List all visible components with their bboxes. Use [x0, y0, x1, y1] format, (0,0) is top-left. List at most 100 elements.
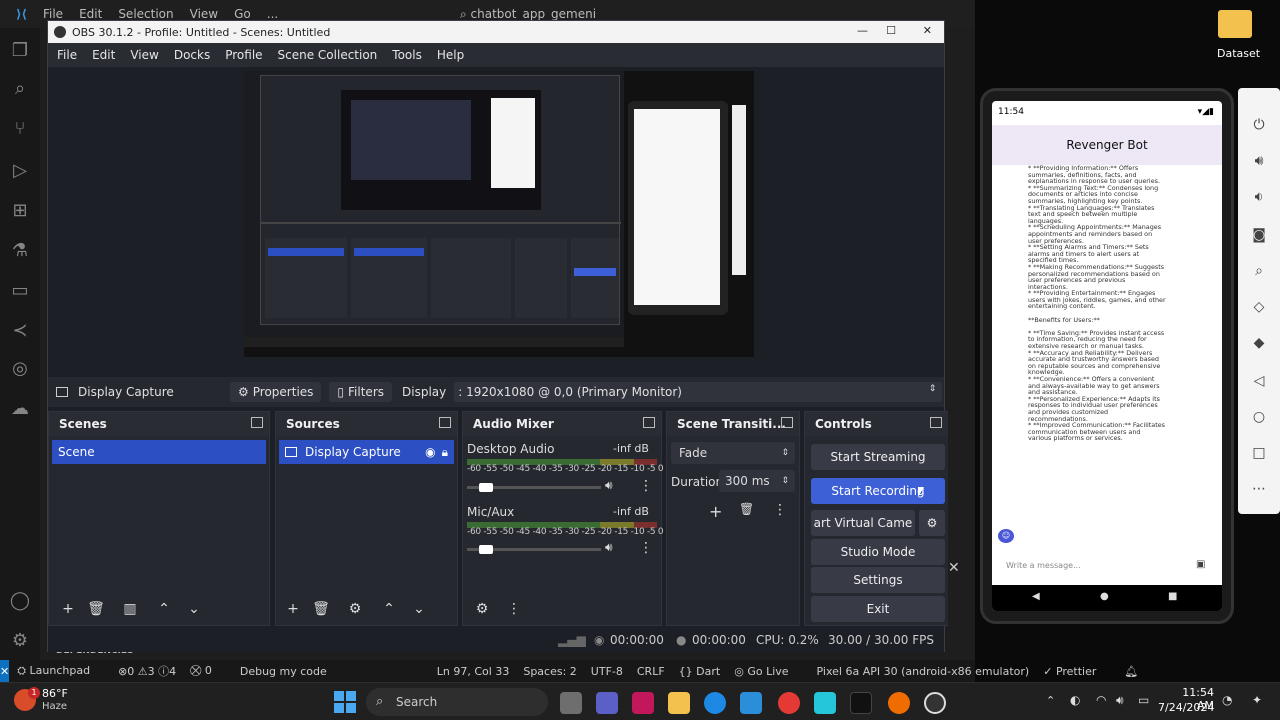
vscode-menu-more[interactable]: ...: [267, 7, 278, 21]
studio-mode-button[interactable]: Studio Mode: [811, 539, 945, 565]
close-panel-icon[interactable]: ✕: [948, 560, 960, 576]
preview-canvas[interactable]: [244, 71, 754, 357]
debug-item[interactable]: Debug my code: [240, 665, 327, 678]
tray-chevron-icon[interactable]: ⌃: [1046, 694, 1055, 707]
nav-recent-icon[interactable]: ■: [1168, 591, 1177, 602]
channel-menu-icon[interactable]: ⋮: [639, 540, 653, 556]
slider-handle[interactable]: [479, 483, 493, 492]
app-icon[interactable]: [814, 692, 836, 714]
add-source-icon[interactable]: +: [282, 599, 304, 619]
rotate-right-icon[interactable]: ◆: [1250, 334, 1268, 352]
message-input[interactable]: Write a message...: [1006, 561, 1081, 570]
slider-handle[interactable]: [479, 545, 493, 554]
spinner-icon[interactable]: ⇕: [781, 470, 789, 492]
settings-button[interactable]: Settings: [811, 567, 945, 593]
device-selector[interactable]: Pixel 6a API 30 (android-x86 emulator): [817, 665, 1030, 678]
back-icon[interactable]: ◁: [1250, 372, 1268, 390]
start-recording-button[interactable]: Start Recording: [811, 478, 945, 504]
folder-icon[interactable]: [1218, 10, 1252, 38]
docker-icon[interactable]: ☁: [9, 398, 31, 420]
cursor-position[interactable]: Ln 97, Col 33: [437, 665, 510, 678]
menu-view[interactable]: View: [130, 48, 158, 62]
go-live-item[interactable]: ◎ Go Live: [734, 665, 802, 678]
source-control-icon[interactable]: ⑂: [9, 118, 31, 140]
attach-image-icon[interactable]: ▣: [1196, 559, 1205, 570]
overview-icon[interactable]: □: [1250, 444, 1268, 462]
clock-date[interactable]: 7/24/2024: [1158, 701, 1214, 714]
vscode-menu-go[interactable]: Go: [234, 7, 251, 21]
testing-icon[interactable]: ⚗: [9, 240, 31, 262]
file-explorer-icon[interactable]: [668, 692, 690, 714]
mixer-menu-icon[interactable]: ⋮: [503, 599, 525, 619]
taskbar-search[interactable]: ⌕ Search: [366, 688, 548, 716]
visibility-eye-icon[interactable]: ◉: [425, 445, 435, 459]
run-debug-icon[interactable]: ▷: [9, 160, 31, 182]
chrome-icon[interactable]: [778, 692, 800, 714]
vscode-menu-edit[interactable]: Edit: [79, 7, 102, 21]
minimize-icon[interactable]: —: [857, 24, 868, 37]
flutter-icon[interactable]: ≺: [9, 320, 31, 342]
properties-button[interactable]: ⚙ Properties: [230, 382, 322, 402]
scene-item[interactable]: Scene: [52, 440, 266, 464]
volume-icon[interactable]: 🔊︎: [1116, 693, 1124, 708]
line-ending[interactable]: CRLF: [637, 665, 665, 678]
store-icon[interactable]: [632, 692, 654, 714]
speaker-icon[interactable]: 🔊︎: [605, 478, 613, 493]
display-select[interactable]: : 1920x1080 @ 0,0 (Primary Monitor) ⇕: [454, 382, 943, 402]
edge-icon[interactable]: [704, 692, 726, 714]
undock-icon[interactable]: [781, 417, 793, 428]
more-icon[interactable]: ⋯: [1250, 480, 1268, 498]
desktop-volume-slider[interactable]: [467, 483, 601, 492]
source-item[interactable]: Display Capture ◉ 🔒︎: [279, 440, 454, 464]
scene-filters-icon[interactable]: ▥: [119, 599, 141, 619]
source-properties-icon[interactable]: ⚙: [344, 599, 366, 619]
task-view-icon[interactable]: [560, 692, 582, 714]
undock-icon[interactable]: [643, 417, 655, 428]
launchpad-item[interactable]: ⛭ Launchpad: [17, 664, 104, 678]
move-up-icon[interactable]: ⌃: [378, 599, 400, 619]
add-scene-icon[interactable]: +: [57, 599, 79, 619]
vscode-menu-file[interactable]: File: [43, 7, 63, 21]
add-transition-icon[interactable]: +: [709, 502, 722, 521]
encoding[interactable]: UTF-8: [591, 665, 623, 678]
duration-input[interactable]: 300 ms ⇕: [719, 470, 795, 492]
start-streaming-button[interactable]: Start Streaming: [811, 444, 945, 470]
prettier-item[interactable]: ✓ Prettier: [1043, 665, 1110, 678]
volume-down-icon[interactable]: 🔉︎: [1250, 188, 1268, 206]
extensions-icon[interactable]: ⊞: [9, 200, 31, 222]
vscode-taskbar-icon[interactable]: [740, 692, 762, 714]
vscode-menu-view[interactable]: View: [190, 7, 218, 21]
menu-edit[interactable]: Edit: [92, 48, 115, 62]
teams-icon[interactable]: [596, 692, 618, 714]
account-icon[interactable]: ◯: [9, 590, 31, 612]
menu-profile[interactable]: Profile: [225, 48, 262, 62]
ports-item[interactable]: ⛒ 0: [190, 664, 226, 678]
remove-source-icon[interactable]: 🗑︎: [310, 599, 332, 619]
lock-icon[interactable]: 🔒︎: [442, 445, 448, 460]
app-icon-2[interactable]: [888, 692, 910, 714]
remote-explorer-icon[interactable]: ▭: [9, 280, 31, 302]
typora-icon[interactable]: [850, 692, 872, 714]
menu-tools[interactable]: Tools: [392, 48, 422, 62]
virtual-camera-button[interactable]: art Virtual Came: [811, 510, 915, 536]
close-icon[interactable]: ✕: [923, 24, 932, 37]
menu-docks[interactable]: Docks: [174, 48, 210, 62]
wifi-icon[interactable]: ◠: [1096, 693, 1106, 707]
menu-file[interactable]: File: [57, 48, 77, 62]
channel-menu-icon[interactable]: ⋮: [639, 478, 653, 494]
battery-icon[interactable]: ▭: [1138, 693, 1149, 707]
nav-home-icon[interactable]: ●: [1100, 591, 1109, 602]
explorer-icon[interactable]: ❐: [9, 40, 31, 62]
obs-taskbar-icon[interactable]: [924, 692, 946, 714]
power-icon[interactable]: ⏻: [1250, 116, 1268, 134]
start-windows-icon[interactable]: [334, 691, 356, 713]
camera-icon[interactable]: ◙: [1250, 226, 1268, 244]
remove-transition-icon[interactable]: 🗑︎: [739, 502, 754, 516]
home-icon[interactable]: ○: [1250, 408, 1268, 426]
notifications-icon[interactable]: 🔔︎: [1124, 665, 1138, 678]
undock-icon[interactable]: [251, 417, 263, 428]
remote-icon[interactable]: ✕: [0, 660, 10, 682]
transition-select[interactable]: Fade ⇕: [671, 442, 795, 464]
maximize-icon[interactable]: ☐: [886, 24, 896, 37]
indentation[interactable]: Spaces: 2: [523, 665, 576, 678]
